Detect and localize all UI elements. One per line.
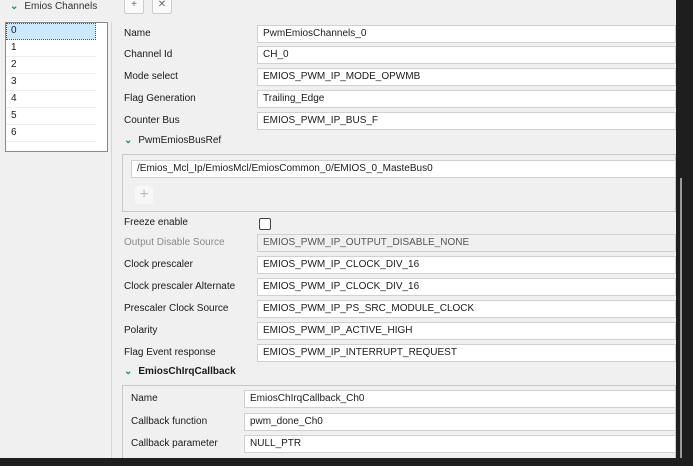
chevron-down-icon: ⌄: [124, 135, 133, 146]
freeze-enable-label: Freeze enable: [124, 217, 188, 228]
mode-select-field[interactable]: EMIOS_PWM_IP_MODE_OPWMB: [257, 68, 676, 86]
flag-event-field[interactable]: EMIOS_PWM_IP_INTERRUPT_REQUEST: [257, 344, 676, 362]
add-bus-ref-button[interactable]: +: [135, 186, 153, 204]
callback-box: Name EmiosChIrqCallback_Ch0 Callback fun…: [122, 385, 676, 458]
section-header[interactable]: ⌄ Emios Channels: [10, 1, 97, 13]
flag-generation-label: Flag Generation: [124, 93, 196, 104]
mode-select-label: Mode select: [124, 71, 178, 82]
clock-prescaler-alt-field[interactable]: EMIOS_PWM_IP_CLOCK_DIV_16: [257, 278, 676, 296]
callback-function-label: Callback function: [131, 416, 208, 427]
counter-bus-label: Counter Bus: [124, 115, 180, 126]
output-disable-label: Output Disable Source: [124, 237, 225, 248]
output-disable-field: EMIOS_PWM_IP_OUTPUT_DISABLE_NONE: [257, 234, 676, 252]
list-item[interactable]: 3: [6, 74, 96, 91]
freeze-enable-checkbox[interactable]: [259, 218, 271, 230]
bus-ref-box: /Emios_Mcl_Ip/EmiosMcl/EmiosCommon_0/EMI…: [122, 154, 676, 212]
channel-id-field[interactable]: CH_0: [257, 46, 676, 64]
channel-id-label: Channel Id: [124, 49, 173, 60]
list-item[interactable]: 6: [6, 125, 96, 142]
bus-ref-field[interactable]: /Emios_Mcl_Ip/EmiosMcl/EmiosCommon_0/EMI…: [131, 160, 676, 178]
clock-prescaler-field[interactable]: EMIOS_PWM_IP_CLOCK_DIV_16: [257, 256, 676, 274]
polarity-field[interactable]: EMIOS_PWM_IP_ACTIVE_HIGH: [257, 322, 676, 340]
divider[interactable]: [111, 22, 112, 458]
list-item[interactable]: 1: [6, 40, 96, 57]
callback-function-field[interactable]: pwm_done_Ch0: [244, 413, 676, 431]
name-label: Name: [124, 28, 151, 39]
prescaler-clock-source-field[interactable]: EMIOS_PWM_IP_PS_SRC_MODULE_CLOCK: [257, 300, 676, 318]
scrollbar[interactable]: [680, 178, 682, 458]
remove-channel-button[interactable]: ✕: [152, 0, 172, 14]
flag-generation-field[interactable]: Trailing_Edge: [257, 90, 676, 108]
bus-ref-header[interactable]: ⌄ PwmEmiosBusRef: [124, 135, 221, 146]
channel-list: 0 1 2 3 4 5 6: [5, 22, 108, 152]
callback-parameter-field[interactable]: NULL_PTR: [244, 435, 676, 453]
prescaler-clock-source-label: Prescaler Clock Source: [124, 303, 229, 314]
callback-header[interactable]: ⌄ EmiosChIrqCallback: [124, 366, 236, 377]
callback-parameter-label: Callback parameter: [131, 438, 218, 449]
callback-title: EmiosChIrqCallback: [138, 366, 236, 377]
polarity-label: Polarity: [124, 325, 158, 336]
add-channel-button[interactable]: +: [124, 0, 144, 14]
list-item[interactable]: 2: [6, 57, 96, 74]
counter-bus-field[interactable]: EMIOS_PWM_IP_BUS_F: [257, 112, 676, 130]
clock-prescaler-label: Clock prescaler: [124, 259, 193, 270]
list-item[interactable]: 5: [6, 108, 96, 125]
callback-name-label: Name: [131, 393, 158, 404]
flag-event-label: Flag Event response: [124, 347, 216, 358]
chevron-down-icon: ⌄: [124, 366, 133, 377]
section-title: Emios Channels: [24, 1, 98, 12]
clock-prescaler-alt-label: Clock prescaler Alternate: [124, 281, 236, 292]
chevron-down-icon: ⌄: [10, 1, 19, 12]
list-item[interactable]: 4: [6, 91, 96, 108]
list-item[interactable]: 0: [6, 23, 96, 40]
bus-ref-title: PwmEmiosBusRef: [138, 135, 222, 146]
name-field[interactable]: PwmEmiosChannels_0: [257, 25, 676, 43]
callback-name-field[interactable]: EmiosChIrqCallback_Ch0: [244, 390, 676, 408]
